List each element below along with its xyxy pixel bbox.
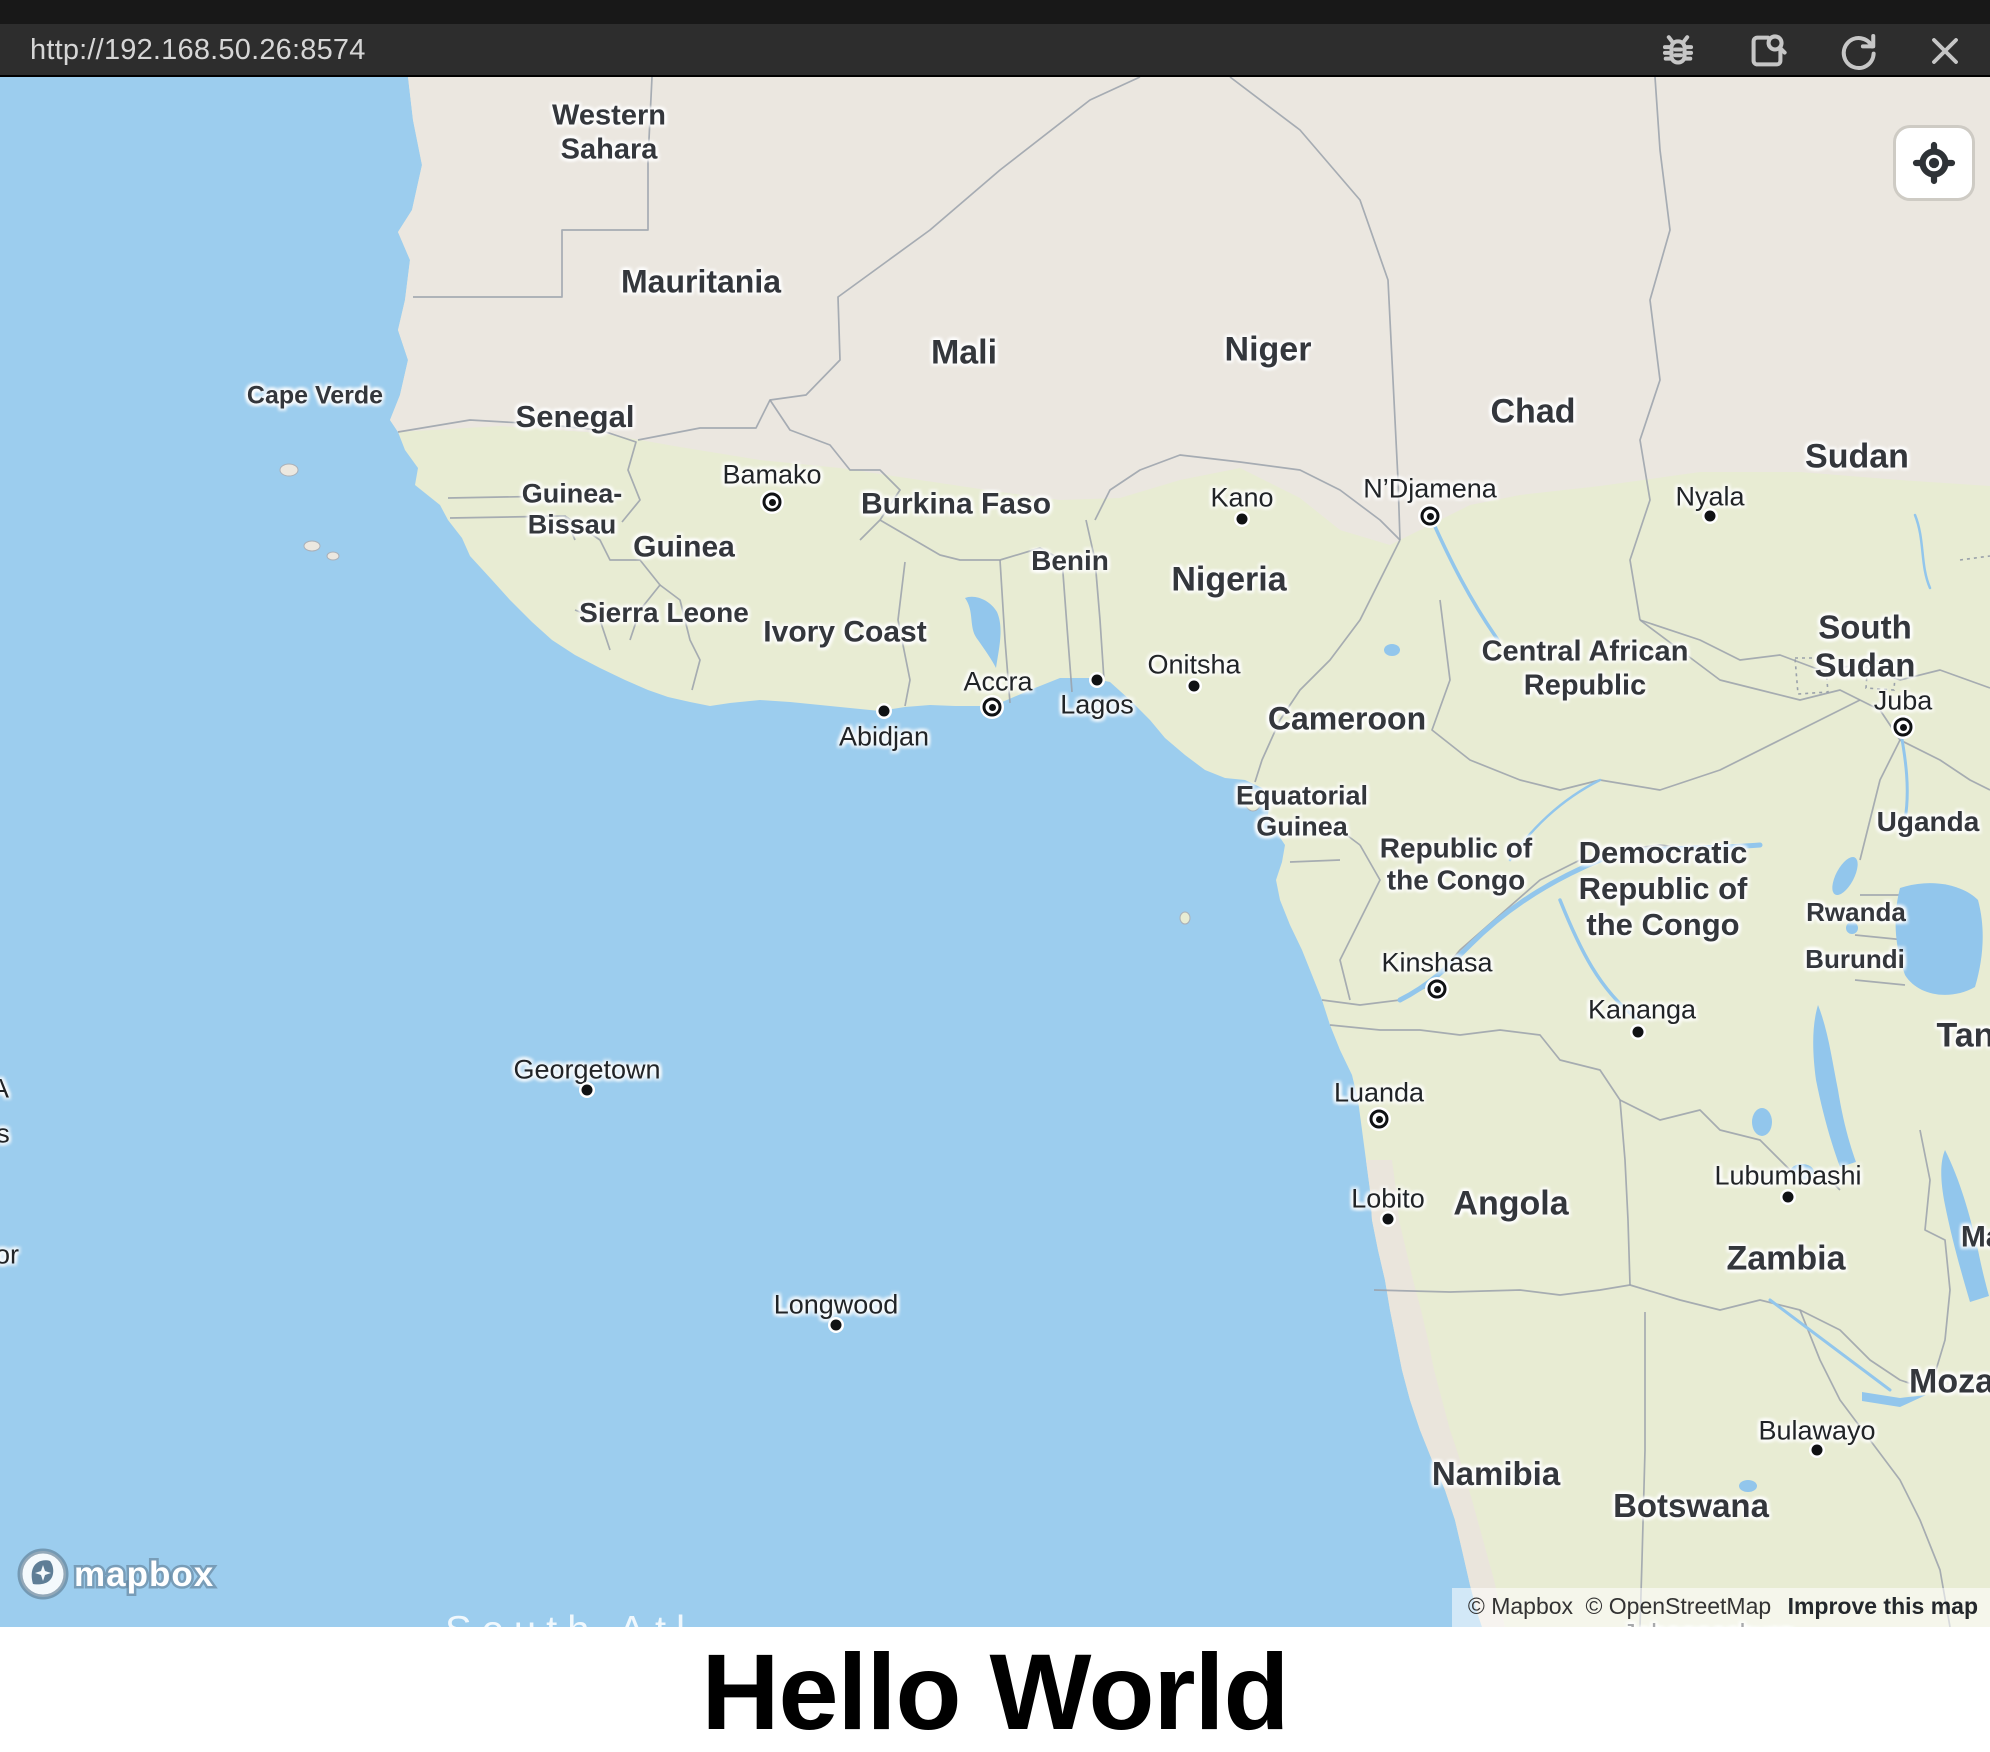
address-bar-url[interactable]: http://192.168.50.26:8574 xyxy=(30,34,366,67)
mapbox-logo-text: mapbox xyxy=(74,1555,214,1594)
country-label: Guinea- Bissau xyxy=(522,479,623,542)
city-dot-icon xyxy=(1237,514,1248,525)
city-label: Onitsha xyxy=(1147,650,1240,681)
close-icon xyxy=(1923,29,1967,73)
country-label: Nigeria xyxy=(1171,560,1286,599)
city-label: Luanda xyxy=(1334,1078,1424,1109)
country-label: Cape Verde xyxy=(247,382,383,411)
city-label: Nyala xyxy=(1675,482,1744,513)
clipped-edge-label: or xyxy=(0,1240,19,1271)
country-label: Cameroon xyxy=(1268,700,1426,737)
debug-button[interactable] xyxy=(1654,27,1701,74)
city-dot-icon xyxy=(1383,1214,1394,1225)
country-label: Western Sahara xyxy=(552,99,666,166)
inspect-page-icon xyxy=(1744,28,1790,74)
country-label: South Sudan xyxy=(1803,609,1928,686)
geolocate-icon xyxy=(1912,141,1956,185)
country-label: Sudan xyxy=(1805,437,1909,476)
city-dot-icon xyxy=(831,1320,842,1331)
country-label: Burkina Faso xyxy=(861,488,1051,523)
city-label: Juba xyxy=(1874,686,1933,717)
country-label: Uganda xyxy=(1877,806,1980,838)
city-label: Kinshasa xyxy=(1381,948,1492,979)
map-canvas[interactable]: Western Sahara Mauritania Mali Niger Chad Sud… xyxy=(0,77,1990,1627)
city-label: Georgetown xyxy=(513,1055,660,1086)
close-button[interactable] xyxy=(1921,27,1968,74)
country-label: Ivory Coast xyxy=(763,616,926,651)
country-label: Senegal xyxy=(516,399,635,435)
country-label: Tanzania xyxy=(1937,1016,1990,1055)
capital-icon xyxy=(1428,980,1447,999)
city-dot-icon xyxy=(1812,1445,1823,1456)
city-label: Accra xyxy=(963,667,1032,698)
country-label: Rwanda xyxy=(1806,897,1906,927)
capital-icon xyxy=(763,493,782,512)
capital-icon xyxy=(1370,1110,1389,1129)
country-label: Democratic Republic of the Congo xyxy=(1579,835,1748,943)
capital-icon xyxy=(1421,507,1440,526)
capital-icon xyxy=(1894,718,1913,737)
city-label: Kananga xyxy=(1588,995,1696,1026)
browser-top-bar: http://192.168.50.26:8574 xyxy=(0,0,1990,77)
city-dot-icon xyxy=(1189,681,1200,692)
city-label: Lagos xyxy=(1060,690,1134,721)
country-label: Burundi xyxy=(1805,944,1905,974)
city-label: Longwood xyxy=(774,1290,899,1321)
city-label: Lubumbashi xyxy=(1714,1161,1861,1192)
bug-icon xyxy=(1655,28,1701,74)
country-label: Zambia xyxy=(1726,1239,1845,1278)
country-label: Central African Republic xyxy=(1482,635,1689,702)
clipped-edge-label: s xyxy=(0,1119,10,1150)
city-dot-icon xyxy=(879,706,890,717)
map-attribution: © Mapbox © OpenStreetMap Improve this ma… xyxy=(1452,1588,1990,1627)
country-label: Angola xyxy=(1453,1184,1568,1223)
city-label: Bulawayo xyxy=(1758,1416,1875,1447)
city-dot-icon xyxy=(1633,1027,1644,1038)
country-label: Chad xyxy=(1491,392,1576,431)
map-labels-layer: Western Sahara Mauritania Mali Niger Chad Sud… xyxy=(0,77,1990,1627)
capital-icon xyxy=(983,698,1002,717)
inspect-page-button[interactable] xyxy=(1743,27,1790,74)
city-dot-icon xyxy=(1783,1192,1794,1203)
country-label: Mali xyxy=(931,333,997,372)
city-label: Bamako xyxy=(722,460,821,491)
country-label: Equatorial Guinea xyxy=(1236,781,1368,844)
city-dot-icon xyxy=(582,1085,593,1096)
attribution-mapbox-link[interactable]: © Mapbox xyxy=(1468,1593,1573,1619)
city-label: N’Djamena xyxy=(1363,474,1497,505)
ocean-label-fragment: South Atl xyxy=(445,1609,695,1628)
city-label: Kano xyxy=(1210,483,1273,514)
reload-button[interactable] xyxy=(1832,27,1879,74)
country-label: Mauritania xyxy=(621,263,781,300)
attribution-osm-link[interactable]: © OpenStreetMap xyxy=(1585,1593,1771,1619)
city-label: Lobito xyxy=(1351,1184,1425,1215)
city-dot-icon xyxy=(1705,511,1716,522)
geolocate-button[interactable] xyxy=(1896,128,1972,198)
reload-icon xyxy=(1833,28,1879,74)
window-title-strip xyxy=(0,0,1990,24)
city-label: Abidjan xyxy=(839,722,929,753)
country-label: Niger xyxy=(1225,330,1312,369)
country-label: Republic of the Congo xyxy=(1380,833,1532,898)
country-label: Mozambique xyxy=(1909,1362,1990,1401)
country-label: Guinea xyxy=(633,531,735,566)
clipped-edge-label: A xyxy=(0,1074,9,1105)
country-label: Benin xyxy=(1031,545,1109,577)
improve-this-map-link[interactable]: Improve this map xyxy=(1788,1593,1978,1619)
country-label: Botswana xyxy=(1613,1487,1769,1525)
country-label: Namibia xyxy=(1432,1455,1560,1493)
mapbox-logo[interactable]: mapbox xyxy=(16,1547,234,1601)
country-label: Sierra Leone xyxy=(579,597,749,629)
city-dot-icon xyxy=(1092,675,1103,686)
page-title: Hello World xyxy=(0,1627,1990,1748)
country-label: Malawi xyxy=(1961,1221,1990,1256)
